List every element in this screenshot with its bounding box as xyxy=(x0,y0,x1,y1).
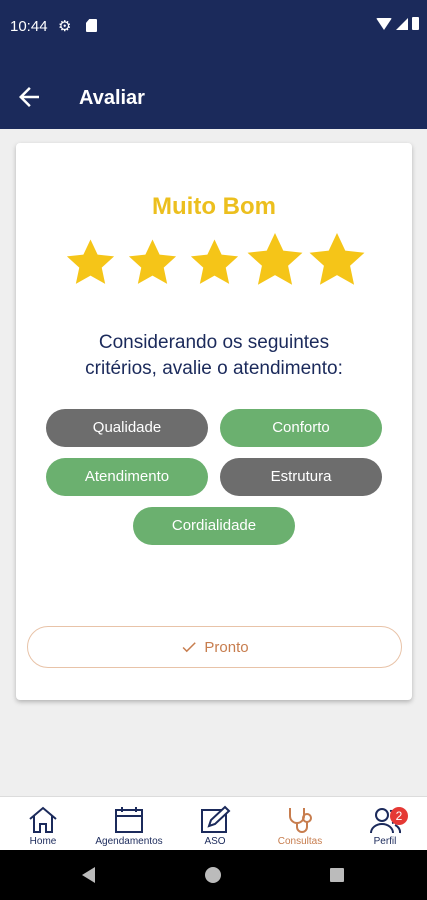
done-button-label: Pronto xyxy=(204,638,249,656)
system-recents-icon[interactable] xyxy=(330,868,344,882)
criterion-chip-qualidade[interactable]: Qualidade xyxy=(46,409,208,447)
calendar-icon xyxy=(115,807,143,833)
system-back-icon[interactable] xyxy=(82,867,95,883)
nav-item-consultas[interactable]: Consultas xyxy=(270,797,330,851)
notification-badge: 2 xyxy=(390,807,408,825)
star-5-icon[interactable] xyxy=(305,229,369,293)
nav-label-aso: ASO xyxy=(204,836,226,847)
edit-document-icon xyxy=(201,805,231,833)
status-time: 10:44 xyxy=(10,18,48,35)
stethoscope-icon xyxy=(289,808,312,833)
criterion-chip-cordialidade[interactable]: Cordialidade xyxy=(133,507,295,545)
battery-icon xyxy=(412,17,419,30)
wifi-icon xyxy=(376,17,392,30)
criterion-chip-atendimento[interactable]: Atendimento xyxy=(46,458,208,496)
system-home-icon[interactable] xyxy=(205,867,221,883)
nav-label-consultas: Consultas xyxy=(277,836,323,847)
app-bar: Avaliar xyxy=(0,54,427,129)
nav-item-home[interactable]: Home xyxy=(18,797,68,851)
star-3-icon[interactable] xyxy=(187,236,242,291)
criterion-chip-conforto[interactable]: Conforto xyxy=(220,409,382,447)
star-4-icon[interactable] xyxy=(243,229,307,293)
star-rating xyxy=(63,229,368,299)
page-title: Avaliar xyxy=(79,87,145,109)
sd-card-icon xyxy=(86,19,97,32)
system-nav-bar xyxy=(0,850,427,900)
criteria-question: Considerando os seguintes critérios, ava… xyxy=(16,330,412,382)
settings-icon: ⚙ xyxy=(58,18,72,35)
nav-label-home: Home xyxy=(29,836,57,847)
back-arrow-icon[interactable] xyxy=(14,82,44,112)
status-icons xyxy=(376,17,419,30)
rating-card: Muito Bom Considerando os seguintes crit… xyxy=(16,143,412,700)
signal-icon xyxy=(396,17,408,30)
question-line-2: critérios, avalie o atendimento: xyxy=(85,358,343,379)
nav-label-agendamentos: Agendamentos xyxy=(95,836,163,847)
nav-item-aso[interactable]: ASO xyxy=(190,797,240,851)
star-1-icon[interactable] xyxy=(63,236,118,291)
bottom-nav: Home Agendamentos ASO Consultas Perfil 2 xyxy=(0,796,427,850)
home-icon xyxy=(29,806,57,833)
criterion-chip-estrutura[interactable]: Estrutura xyxy=(220,458,382,496)
nav-item-perfil[interactable]: Perfil 2 xyxy=(360,797,410,851)
question-line-1: Considerando os seguintes xyxy=(98,332,330,353)
star-2-icon[interactable] xyxy=(125,236,180,291)
check-icon xyxy=(182,642,197,653)
nav-item-agendamentos[interactable]: Agendamentos xyxy=(86,797,172,851)
done-button[interactable]: Pronto xyxy=(27,626,402,668)
status-bar: 10:44 ⚙ xyxy=(0,0,427,54)
rating-label: Muito Bom xyxy=(152,193,276,220)
nav-label-perfil: Perfil xyxy=(373,836,397,847)
